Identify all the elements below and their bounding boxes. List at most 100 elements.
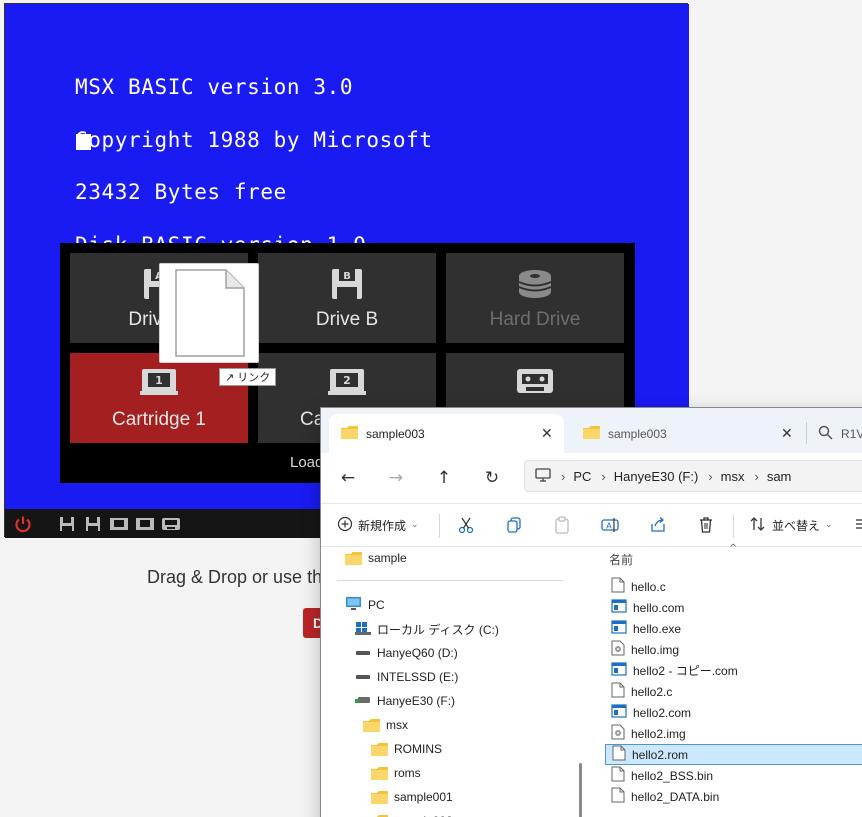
nav-item-roms[interactable]: roms — [371, 762, 421, 784]
paste-icon[interactable] — [553, 514, 571, 536]
tile-label: Cartridge 1 — [112, 409, 206, 430]
nav-item-romins[interactable]: ROMINS — [371, 738, 442, 760]
nav-label: ローカル ディスク (C:) — [377, 622, 499, 637]
column-header-name[interactable]: 名前 — [609, 551, 633, 568]
pc-icon — [345, 596, 362, 614]
sort-ascending-icon: ^ — [729, 543, 738, 554]
link-badge-label: リンク — [237, 371, 271, 384]
floppy-a-icon[interactable] — [57, 516, 77, 532]
tab-label: sample003 — [608, 426, 667, 441]
svg-text:2: 2 — [343, 374, 351, 387]
nav-item-sample[interactable]: sample — [345, 547, 407, 569]
file-explorer-window: sample003 ✕ sample003 ✕ R1V ← → ↑ ↻ › PC — [320, 407, 862, 817]
file-name: hello2.img — [631, 726, 686, 741]
file-row[interactable]: hello.com — [605, 597, 862, 618]
nav-label: msx — [386, 718, 408, 732]
app-file-icon — [611, 662, 627, 679]
divider — [337, 580, 563, 581]
tile-label: Drive B — [315, 309, 379, 330]
nav-item-drive-e[interactable]: INTELSSD (E:) — [355, 666, 458, 688]
nav-scrollbar[interactable] — [579, 763, 582, 817]
app-file-icon — [611, 599, 627, 616]
file-row[interactable]: hello.c — [605, 576, 862, 597]
drive-icon — [355, 646, 371, 660]
breadcrumb-msx[interactable]: msx — [721, 469, 745, 484]
file-row[interactable]: hello2_BSS.bin — [605, 765, 862, 786]
nav-item-pc[interactable]: PC — [345, 594, 385, 616]
folder-icon — [363, 718, 380, 732]
nav-label: HanyeE30 (F:) — [377, 694, 456, 708]
hard-drive-tile[interactable]: Hard Drive — [446, 253, 624, 343]
floppy-b-icon[interactable] — [83, 516, 103, 532]
nav-item-drive-f[interactable]: HanyeE30 (F:) — [355, 690, 455, 712]
view-button[interactable] — [855, 514, 862, 536]
folder-icon — [341, 425, 358, 442]
nav-item-drive-d[interactable]: HanyeQ60 (D:) — [355, 642, 458, 664]
file-row[interactable]: hello.img — [605, 639, 862, 660]
file-row[interactable]: hello2.c — [605, 681, 862, 702]
file-name: hello2.rom — [632, 747, 689, 762]
up-arrow-icon[interactable]: ↑ — [433, 467, 455, 489]
file-row[interactable]: hello2 - コピー.com — [605, 660, 862, 681]
file-row[interactable]: hello.exe — [605, 618, 862, 639]
nav-label: HanyeQ60 (D:) — [377, 646, 458, 660]
file-row[interactable]: hello2.com — [605, 702, 862, 723]
sort-button[interactable]: 並べ替え ⌄ — [749, 514, 833, 536]
cartridge-1-tile[interactable]: 1 Cartridge 1 — [70, 353, 248, 443]
file-name: hello2 - コピー.com — [633, 664, 738, 678]
forward-arrow-icon[interactable]: → — [385, 467, 407, 489]
navigation-pane: sample PC ローカル ディスク (C:) HanyeQ60 (D:) I… — [321, 547, 573, 817]
copy-icon[interactable] — [505, 514, 523, 536]
tab-sample003[interactable]: sample003 ✕ — [329, 414, 564, 453]
chevron-right-icon: › — [561, 468, 566, 484]
sort-icon — [749, 516, 767, 535]
drive-b-tile[interactable]: B Drive B — [258, 253, 436, 343]
rename-icon[interactable]: A — [601, 514, 619, 536]
nav-label: INTELSSD (E:) — [377, 670, 459, 684]
close-tab-icon[interactable]: ✕ — [541, 425, 553, 442]
screen-line: MSX BASIC version 3.0 — [75, 75, 354, 99]
text-file-icon — [611, 577, 625, 596]
svg-text:B: B — [343, 271, 351, 282]
floppy-b-icon: B — [330, 267, 364, 305]
share-icon[interactable] — [649, 514, 667, 536]
tab-bar: sample003 ✕ sample003 ✕ R1V — [321, 408, 862, 453]
tab-search[interactable]: R1V — [806, 414, 862, 453]
screen-line: 23432 Bytes free — [75, 180, 287, 204]
file-list-pane: ^ 名前 hello.c hello.com hello.exe hello.img h… — [589, 543, 862, 817]
app-file-icon — [611, 620, 627, 637]
file-row[interactable]: hello2.rom — [605, 744, 862, 765]
breadcrumb-sample[interactable]: sam — [767, 469, 792, 484]
delete-icon[interactable] — [697, 514, 715, 536]
nav-label: PC — [368, 598, 385, 612]
cartridge-2-icon[interactable] — [135, 516, 155, 532]
cassette-icon[interactable] — [161, 516, 181, 532]
breadcrumb-drive[interactable]: HanyeE30 (F:) — [614, 469, 699, 484]
drive-icon — [355, 670, 371, 684]
drag-ghost — [159, 263, 259, 363]
cartridge-1-icon[interactable] — [109, 516, 129, 532]
cassette-icon — [515, 367, 555, 399]
close-tab-icon[interactable]: ✕ — [781, 425, 793, 442]
power-icon[interactable] — [13, 516, 33, 532]
file-row[interactable]: hello2.img — [605, 723, 862, 744]
cut-icon[interactable] — [457, 514, 475, 536]
new-button[interactable]: 新規作成 ⌄ — [337, 514, 419, 536]
nav-label: ROMINS — [394, 742, 442, 756]
back-arrow-icon[interactable]: ← — [337, 467, 359, 489]
breadcrumb-pc[interactable]: PC — [573, 469, 591, 484]
nav-item-sample002[interactable]: sample002 — [371, 810, 453, 817]
nav-item-drive-c[interactable]: ローカル ディスク (C:) — [355, 618, 499, 640]
file-row[interactable]: hello2_DATA.bin — [605, 786, 862, 807]
cartridge-2-icon: 2 — [327, 367, 367, 401]
nav-item-sample001[interactable]: sample001 — [371, 786, 453, 808]
address-bar[interactable]: › PC › HanyeE30 (F:) › msx › sam — [524, 460, 862, 492]
file-name: hello2.com — [633, 705, 692, 720]
folder-icon — [345, 551, 362, 565]
drag-drop-help-text: Drag & Drop or use th — [147, 567, 323, 587]
file-icon — [175, 269, 245, 357]
nav-item-msx[interactable]: msx — [363, 714, 408, 736]
tab-sample003-2[interactable]: sample003 ✕ — [571, 414, 801, 453]
refresh-icon[interactable]: ↻ — [481, 467, 503, 489]
file-name: hello.c — [631, 579, 666, 594]
